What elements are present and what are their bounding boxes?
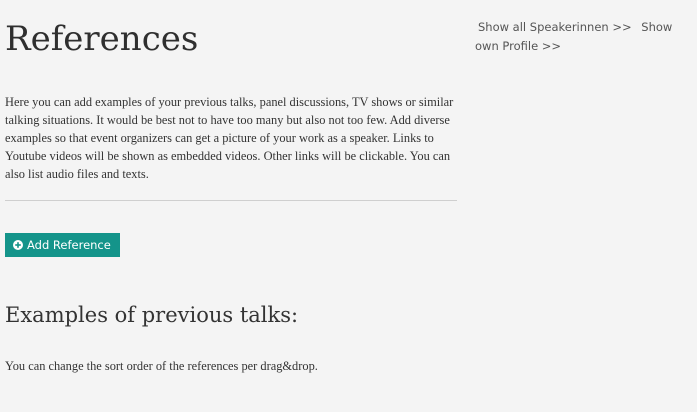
section-title: Examples of previous talks: bbox=[5, 303, 299, 327]
page-title: References bbox=[5, 19, 199, 59]
show-all-speakers-link[interactable]: Show all Speakerinnen >> bbox=[478, 20, 632, 34]
sidebar-links: Show all Speakerinnen >> Show own Profil… bbox=[475, 18, 695, 56]
add-reference-label: Add Reference bbox=[27, 238, 111, 252]
divider bbox=[5, 200, 457, 201]
sort-hint: You can change the sort order of the ref… bbox=[5, 359, 318, 373]
intro-text: Here you can add examples of your previo… bbox=[5, 95, 454, 181]
add-reference-button[interactable]: Add Reference bbox=[5, 233, 120, 257]
plus-circle-icon bbox=[13, 240, 23, 250]
